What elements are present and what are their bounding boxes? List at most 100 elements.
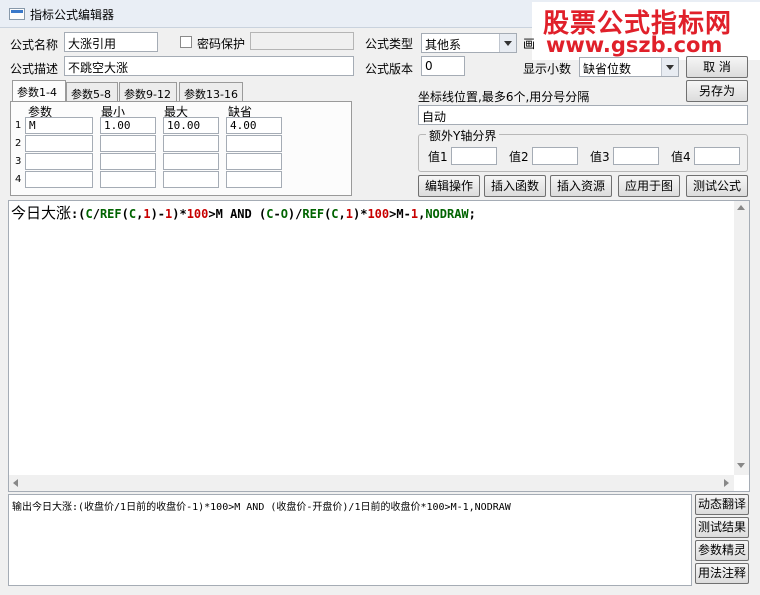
code-keyword: REF (99, 207, 122, 221)
tab-params-13-16[interactable]: 参数13-16 (179, 82, 243, 102)
param-default-field[interactable] (226, 153, 282, 170)
code-operator: ; (468, 207, 476, 221)
param-default-field[interactable]: 4.00 (226, 117, 282, 134)
param-wizard-button[interactable]: 参数精灵 (695, 540, 749, 561)
code-number: 1 (345, 207, 353, 221)
edit-ops-button[interactable]: 编辑操作 (418, 175, 480, 197)
param-row-number: 2 (15, 138, 22, 149)
name-field[interactable]: 大涨引用 (64, 32, 158, 52)
param-name-field[interactable] (25, 153, 93, 170)
param-min-field[interactable] (100, 135, 156, 152)
param-name-field[interactable] (25, 135, 93, 152)
code-number: 100 (186, 207, 209, 221)
tab-params-1-4[interactable]: 参数1-4 (12, 80, 66, 102)
yaxis-value-1[interactable] (451, 147, 497, 165)
param-max-field[interactable]: 10.00 (163, 117, 219, 134)
test-formula-button[interactable]: 测试公式 (686, 175, 748, 197)
code-operator: )* (353, 207, 368, 221)
editor-vertical-scrollbar[interactable] (734, 201, 749, 475)
apply-to-chart-button[interactable]: 应用于图 (618, 175, 680, 197)
code-keyword: REF (302, 207, 325, 221)
param-row-number: 3 (15, 156, 22, 167)
app-icon (9, 8, 25, 20)
code-operator: )/ (287, 207, 303, 221)
param-max-field[interactable] (163, 135, 219, 152)
password-label: 密码保护 (197, 37, 246, 51)
password-field[interactable] (250, 32, 354, 50)
param-name-field[interactable] (25, 171, 93, 188)
code-keyword: O (280, 207, 288, 221)
yaxis-value-3[interactable] (613, 147, 659, 165)
code-operator: :( (71, 207, 86, 221)
param-name-field[interactable]: M (25, 117, 93, 134)
formula-editor[interactable] (8, 200, 750, 492)
password-checkbox[interactable] (180, 36, 192, 48)
type-value: 其他系 (425, 38, 462, 52)
code-number: 1 (143, 207, 151, 221)
scroll-up-icon[interactable] (737, 205, 745, 210)
param-max-field[interactable] (163, 171, 219, 188)
yaxis-label-3: 值3 (590, 150, 610, 164)
code-keyword: NODRAW (425, 207, 469, 221)
code-number: 100 (367, 207, 390, 221)
chevron-down-icon (661, 58, 678, 76)
coord-label: 坐标线位置,最多6个,用分号分隔 (418, 90, 590, 104)
yaxis-label-4: 值4 (671, 150, 691, 164)
editor-horizontal-scrollbar[interactable] (9, 475, 734, 491)
decimal-select[interactable]: 缺省位数 (579, 57, 679, 77)
save-as-button[interactable]: 另存为 (686, 80, 748, 102)
code-operator: AND ( (222, 207, 267, 221)
type-select[interactable]: 其他系 (421, 33, 517, 53)
code-operator: > (208, 207, 216, 221)
scroll-right-icon[interactable] (724, 479, 729, 487)
decimal-label: 显示小数 (523, 62, 572, 76)
version-label: 公式版本 (365, 62, 414, 76)
code-operator: / (92, 207, 100, 221)
tab-params-5-8[interactable]: 参数5-8 (66, 82, 118, 102)
code-keyword: C (85, 207, 93, 221)
param-min-field[interactable] (100, 171, 156, 188)
draw-label: 画 (523, 37, 536, 51)
dynamic-translate-button[interactable]: 动态翻译 (695, 494, 749, 515)
code-operator: - (403, 207, 411, 221)
code-operator: - (273, 207, 281, 221)
code-operator: )- (150, 207, 166, 221)
usage-notes-button[interactable]: 用法注释 (695, 563, 749, 584)
code-keyword: C (128, 207, 137, 221)
param-row-number: 4 (15, 174, 22, 185)
window-title: 指标公式编辑器 (30, 8, 115, 22)
version-field[interactable]: 0 (421, 56, 465, 76)
code-number: 1 (410, 207, 419, 221)
param-default-field[interactable] (226, 171, 282, 188)
insert-resource-button[interactable]: 插入资源 (550, 175, 612, 197)
yaxis-label-1: 值1 (428, 150, 448, 164)
scroll-down-icon[interactable] (737, 463, 745, 468)
scroll-left-icon[interactable] (13, 479, 18, 487)
yaxis-group-title: 额外Y轴分界 (426, 127, 500, 144)
test-result-button[interactable]: 测试结果 (695, 517, 749, 538)
code-operator: ( (121, 207, 129, 221)
translation-output[interactable]: 输出今日大涨:(收盘价/1日前的收盘价-1)*100>M AND (收盘价-开盘… (8, 494, 692, 586)
code-operator: )* (172, 207, 187, 221)
coord-field[interactable]: 自动 (418, 105, 748, 125)
code-variable: M (215, 207, 223, 221)
decimal-value: 缺省位数 (583, 62, 632, 76)
param-default-field[interactable] (226, 135, 282, 152)
desc-label: 公式描述 (10, 62, 59, 76)
param-min-field[interactable] (100, 153, 156, 170)
tab-params-9-12[interactable]: 参数9-12 (119, 82, 177, 102)
output-variable-name: 今日大涨 (11, 204, 72, 222)
param-min-field[interactable]: 1.00 (100, 117, 156, 134)
insert-function-button[interactable]: 插入函数 (484, 175, 546, 197)
chevron-down-icon (499, 34, 516, 52)
yaxis-value-2[interactable] (532, 147, 578, 165)
yaxis-label-2: 值2 (509, 150, 529, 164)
name-label: 公式名称 (10, 38, 59, 52)
watermark-url: www.gszb.com (546, 33, 723, 57)
yaxis-value-4[interactable] (694, 147, 740, 165)
formula-code-line[interactable]: 今日大涨:(C/REF(C,1)-1)*100>M AND (C-O)/REF(… (11, 202, 476, 223)
desc-field[interactable]: 不跳空大涨 (64, 56, 354, 76)
code-variable: M (396, 207, 404, 221)
param-max-field[interactable] (163, 153, 219, 170)
cancel-button[interactable]: 取 消 (686, 56, 748, 78)
